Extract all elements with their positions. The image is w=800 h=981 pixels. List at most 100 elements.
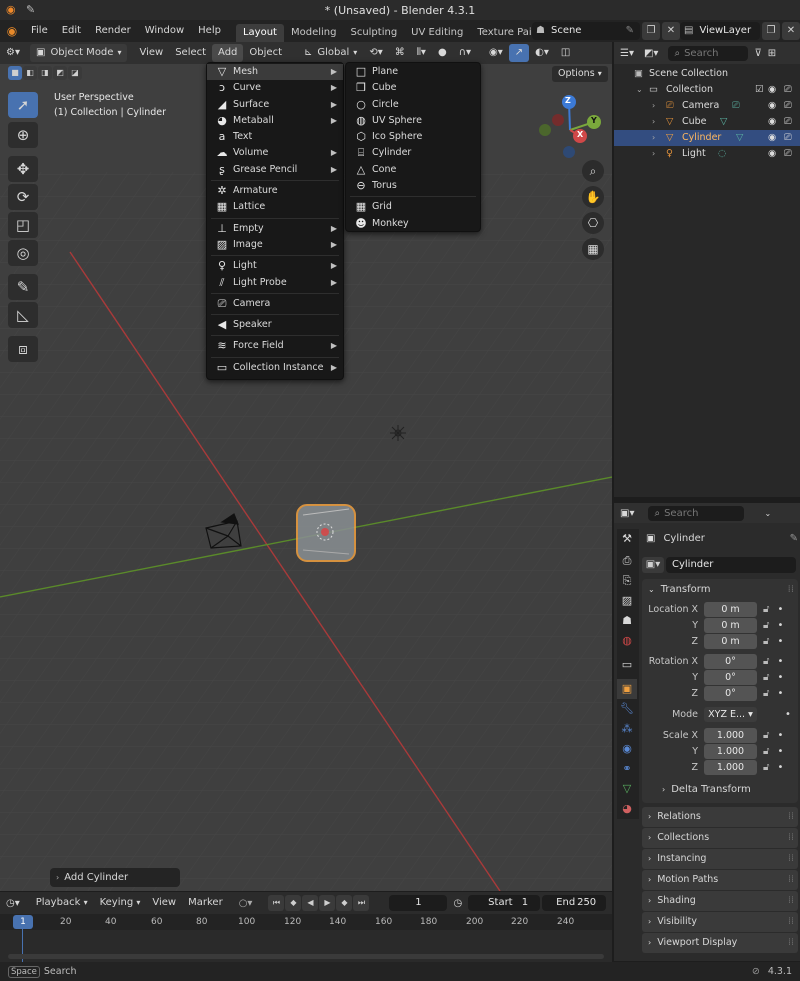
outliner-row-camera[interactable]: › ⎚ Camera ⎚ ◉ ⎚ [614,98,800,114]
eye-icon[interactable]: ◉ [768,82,776,98]
keyframe-dot-icon[interactable]: • [777,730,783,741]
snap-icon[interactable]: ⌘ [389,44,411,62]
mesh-item-uv-sphere[interactable]: ◍ UV Sphere [346,113,480,129]
add-menu-item-light-probe[interactable]: ⫽ Light Probe ▶ [207,275,343,291]
rotation-mode-select[interactable]: XYZ E... ▾ [704,706,757,722]
checkbox-icon[interactable]: ☑ [755,82,764,98]
scene-tab-icon[interactable]: ☗ [617,611,637,631]
add-menu-item-empty[interactable]: ⊥ Empty ▶ [207,221,343,237]
pin-icon[interactable]: ✎ [626,22,634,40]
keyframe-dot-icon[interactable]: • [777,620,783,631]
auto-keying-icon[interactable]: ○▾ [239,898,253,909]
rotation-y-field[interactable]: 0° [704,669,757,685]
data-tab-icon[interactable]: ▽ [617,779,637,799]
lock-icon[interactable]: 🔓︎ [763,620,769,631]
transform-panel-header[interactable]: ⌄ Transform ⁞⁞ [642,579,798,599]
eye-icon[interactable]: ◉ [768,114,776,130]
location-z-field[interactable]: 0 m [704,633,757,649]
menu-help[interactable]: Help [191,20,228,42]
mesh-item-plane[interactable]: □ Plane [346,64,480,80]
close-scene-icon[interactable]: ✕ [662,22,680,40]
lock-icon[interactable]: 🔓︎ [763,762,769,773]
menu-keying[interactable]: Keying ▾ [94,894,147,912]
camera-render-icon[interactable]: ⎚ [784,82,792,98]
chevron-down-icon[interactable]: ⌄ [764,509,771,518]
output-tab-icon[interactable]: ⎘ [617,571,637,591]
delta-transform-header[interactable]: › Delta Transform [642,779,798,799]
scale-z-field[interactable]: 1.000 [704,759,757,775]
visibility-icon[interactable]: ◉▾ [483,44,509,62]
add-menu-item-mesh[interactable]: ▽ Mesh ▶ [207,64,343,81]
scale-y-field[interactable]: 1.000 [704,743,757,759]
section-visibility[interactable]: › Visibility ⁞⁞ [642,912,798,932]
material-tab-icon[interactable]: ◕ [617,799,637,819]
transform-tool-icon[interactable]: ◎ [8,240,38,266]
menu-select[interactable]: Select [169,44,212,62]
mesh-item-circle[interactable]: ○ Circle [346,97,480,113]
camera-render-icon[interactable]: ⎚ [784,130,792,146]
keyframe-dot-icon[interactable]: • [785,709,791,720]
add-menu-item-metaball[interactable]: ◕ Metaball ▶ [207,113,343,129]
camera-render-icon[interactable]: ⎚ [784,146,792,162]
close-view-layer-icon[interactable]: ✕ [782,22,800,40]
properties-editor-icon[interactable]: ▣▾ [620,508,634,519]
scene-selector[interactable]: ☗ Scene ✎ ❐ ✕ [532,22,680,40]
play-reverse-icon[interactable]: ◀ [302,895,319,911]
drag-handle-icon[interactable]: ⁞⁞ [788,584,794,595]
add-menu-item-force-field[interactable]: ≋ Force Field ▶ [207,338,343,354]
new-scene-icon[interactable]: ❐ [642,22,660,40]
annotate-tool-icon[interactable]: ✎ [8,274,38,300]
camera-render-icon[interactable]: ⎚ [784,98,792,114]
proportional-edit-icon[interactable]: ● [432,44,453,62]
blender-menu-icon[interactable]: ◉ [0,24,24,38]
object-browse-icon[interactable]: ▣▾ [642,557,664,573]
outliner-row-scene-collection[interactable]: ▣ Scene Collection [614,66,800,82]
keyframe-dot-icon[interactable]: • [777,604,783,615]
render-tab-icon[interactable]: ⎙ [617,551,637,571]
mesh-item-ico-sphere[interactable]: ⬡ Ico Sphere [346,129,480,145]
new-collection-icon[interactable]: ⊞ [768,48,776,59]
add-menu-item-camera[interactable]: ⎚ Camera [207,296,343,312]
playhead[interactable]: 1 [13,915,33,929]
properties-search-input[interactable]: ⌕ Search [648,505,745,521]
add-menu-item-lattice[interactable]: ▦ Lattice [207,199,343,215]
menu-object[interactable]: Object [243,44,288,62]
add-menu-item-grease-pencil[interactable]: ʂ Grease Pencil ▶ [207,162,343,178]
rotate-tool-icon[interactable]: ⟳ [8,184,38,210]
navigation-gizmo[interactable]: Z Y X [534,94,606,166]
ortho-grid-icon[interactable]: ▦ [582,238,604,260]
add-menu-item-speaker[interactable]: ◀ Speaker [207,317,343,333]
add-menu-item-armature[interactable]: ✲ Armature [207,183,343,199]
camera-view-icon[interactable]: ⎔ [582,212,604,234]
lock-icon[interactable]: 🔓︎ [763,604,769,615]
snap-target-icon[interactable]: ⫴▾ [411,44,432,62]
chevron-right-icon[interactable]: › [652,146,655,162]
menu-view[interactable]: View [133,44,169,62]
jump-end-icon[interactable]: ⏭ [353,895,370,911]
select-extend-icon[interactable]: ◧ [23,66,37,80]
timeline-editor-icon[interactable]: ◷▾ [6,898,20,909]
pivot-icon[interactable]: ⟲▾ [363,44,388,62]
outliner-row-light[interactable]: › ♀ Light ◌ ◉ ⎚ [614,146,800,162]
section-viewport-display[interactable]: › Viewport Display ⁞⁞ [642,933,798,953]
move-tool-icon[interactable]: ✥ [8,156,38,182]
mesh-item-cube[interactable]: ❒ Cube [346,80,480,96]
add-menu-item-light[interactable]: ♀ Light ▶ [207,258,343,274]
add-menu-item-image[interactable]: ▨ Image ▶ [207,237,343,253]
particles-tab-icon[interactable]: ⁂ [617,719,637,739]
physics-tab-icon[interactable]: ◉ [617,739,637,759]
menu-file[interactable]: File [24,20,55,42]
add-menu-item-curve[interactable]: ↄ Curve ▶ [207,80,343,96]
select-intersect-icon[interactable]: ◪ [68,66,82,80]
options-dropdown[interactable]: Options ▾ [552,66,608,82]
editor-type-icon[interactable]: ⚙▾ [0,44,26,62]
chevron-right-icon[interactable]: › [652,114,655,130]
menu-marker[interactable]: Marker [182,894,229,912]
pin-icon[interactable]: ✎ [26,3,35,16]
menu-render[interactable]: Render [88,20,138,42]
view-layer-tab-icon[interactable]: ▨ [617,591,637,611]
outliner-row-cylinder[interactable]: › ▽ Cylinder ▽ ◉ ⎚ [614,130,800,146]
camera-render-icon[interactable]: ⎚ [784,114,792,130]
overlay-toggle-icon[interactable]: ◐▾ [529,44,555,62]
current-frame-field[interactable]: 1 [389,895,448,911]
